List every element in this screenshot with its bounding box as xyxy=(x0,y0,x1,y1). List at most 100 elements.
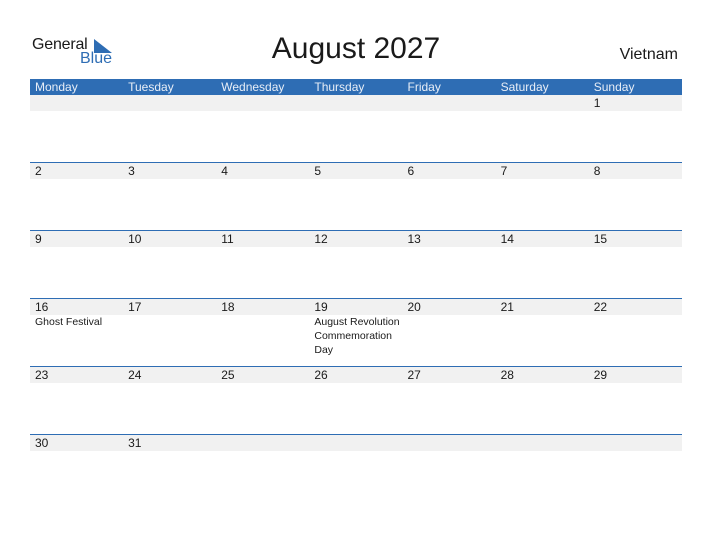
week-row: 2 3 4 5 6 7 8 xyxy=(30,162,682,230)
day-number: 17 xyxy=(128,300,142,314)
day-cell: 20 xyxy=(403,299,496,357)
day-cell: 8 xyxy=(589,163,682,179)
week-cells: 23 24 25 26 27 28 29 xyxy=(30,367,682,383)
day-cell xyxy=(216,95,309,111)
day-cell xyxy=(403,95,496,111)
day-number xyxy=(35,95,123,111)
day-number xyxy=(314,95,402,111)
day-cell: 9 xyxy=(30,231,123,247)
day-number: 16 xyxy=(35,300,49,314)
day-number xyxy=(594,435,682,451)
week-cells: 9 10 11 12 13 14 15 xyxy=(30,231,682,247)
weekday-header: Monday Tuesday Wednesday Thursday Friday… xyxy=(30,79,682,95)
weekday-saturday: Saturday xyxy=(500,80,549,94)
week-row: 16 Ghost Festival 17 18 19 August Revolution … xyxy=(30,298,682,366)
day-number: 27 xyxy=(407,368,421,382)
day-cell xyxy=(589,435,682,451)
day-number: 28 xyxy=(500,368,514,382)
weekday-monday: Monday xyxy=(35,80,78,94)
day-cell: 11 xyxy=(216,231,309,247)
day-number: 9 xyxy=(35,232,42,246)
week-row: 30 31 xyxy=(30,434,682,502)
day-cell: 15 xyxy=(589,231,682,247)
day-number: 2 xyxy=(35,164,42,178)
day-cell: 17 xyxy=(123,299,216,357)
holiday-label: August Revolution Commemoration Day xyxy=(314,316,400,356)
day-cell: 4 xyxy=(216,163,309,179)
day-cell xyxy=(496,435,589,451)
day-cell: 28 xyxy=(496,367,589,383)
day-cell: 18 xyxy=(216,299,309,357)
day-number: 11 xyxy=(221,232,234,246)
weekday-friday: Friday xyxy=(407,80,441,94)
day-number: 22 xyxy=(593,300,608,314)
day-number xyxy=(128,95,216,111)
calendar-title: August 2027 xyxy=(271,32,441,65)
day-number: 25 xyxy=(221,368,235,382)
day-cell: 10 xyxy=(123,231,216,247)
day-cell: 6 xyxy=(403,163,496,179)
day-cell: 29 xyxy=(589,367,682,383)
day-cell: 13 xyxy=(403,231,496,247)
day-cell: 22 xyxy=(589,299,682,357)
day-cell xyxy=(123,95,216,111)
day-cell: 31 xyxy=(123,435,216,451)
day-number xyxy=(501,95,589,111)
week-row: 23 24 25 26 27 28 29 xyxy=(30,366,682,434)
day-number: 10 xyxy=(128,232,142,246)
day-cell: 7 xyxy=(496,163,589,179)
day-number xyxy=(221,95,309,111)
week-cells: 2 3 4 5 6 7 8 xyxy=(30,163,682,179)
day-number xyxy=(408,95,496,111)
day-number: 18 xyxy=(221,300,235,314)
holiday-label: Ghost Festival xyxy=(35,316,103,328)
day-number: 31 xyxy=(128,436,142,450)
day-number: 6 xyxy=(407,164,415,178)
week-row: 1 xyxy=(30,95,682,162)
day-number: 4 xyxy=(221,164,228,178)
day-number: 21 xyxy=(500,300,514,314)
country-label: Vietnam xyxy=(619,46,678,63)
day-number: 23 xyxy=(35,368,49,382)
day-cell: 14 xyxy=(496,231,589,247)
day-cell xyxy=(216,435,309,451)
week-cells: 1 xyxy=(30,95,682,111)
day-number: 20 xyxy=(407,300,421,314)
day-cell: 16 Ghost Festival xyxy=(30,299,123,357)
day-cell: 23 xyxy=(30,367,123,383)
day-number: 15 xyxy=(593,232,608,246)
day-number: 24 xyxy=(128,368,142,382)
day-cell: 2 xyxy=(30,163,123,179)
weekday-thursday: Thursday xyxy=(314,80,365,94)
calendar-grid: Monday Tuesday Wednesday Thursday Friday… xyxy=(30,79,682,502)
day-cell: 21 xyxy=(496,299,589,357)
day-number: 26 xyxy=(314,368,328,382)
day-cell: 26 xyxy=(309,367,402,383)
day-number: 13 xyxy=(407,232,421,246)
day-cell xyxy=(309,95,402,111)
weekday-tuesday: Tuesday xyxy=(128,80,174,94)
day-number xyxy=(408,435,496,451)
day-cell: 19 August Revolution Commemoration Day xyxy=(309,299,402,357)
day-cell: 12 xyxy=(309,231,402,247)
day-cell: 1 xyxy=(589,95,682,111)
day-number xyxy=(314,435,402,451)
day-cell: 3 xyxy=(123,163,216,179)
day-number: 1 xyxy=(593,96,601,110)
day-number: 19 xyxy=(314,300,328,314)
day-cell xyxy=(496,95,589,111)
day-cell: 24 xyxy=(123,367,216,383)
day-number: 5 xyxy=(314,164,322,178)
day-number xyxy=(221,435,309,451)
day-cell xyxy=(30,95,123,111)
day-number: 29 xyxy=(593,368,608,382)
week-row: 9 10 11 12 13 14 15 xyxy=(30,230,682,298)
day-number: 30 xyxy=(35,436,49,450)
weekday-wednesday: Wednesday xyxy=(221,80,285,94)
day-cell: 30 xyxy=(30,435,123,451)
day-number xyxy=(501,435,589,451)
day-cell: 27 xyxy=(403,367,496,383)
day-cell: 25 xyxy=(216,367,309,383)
weekday-sunday: Sunday xyxy=(593,80,635,94)
day-number: 8 xyxy=(593,164,601,178)
